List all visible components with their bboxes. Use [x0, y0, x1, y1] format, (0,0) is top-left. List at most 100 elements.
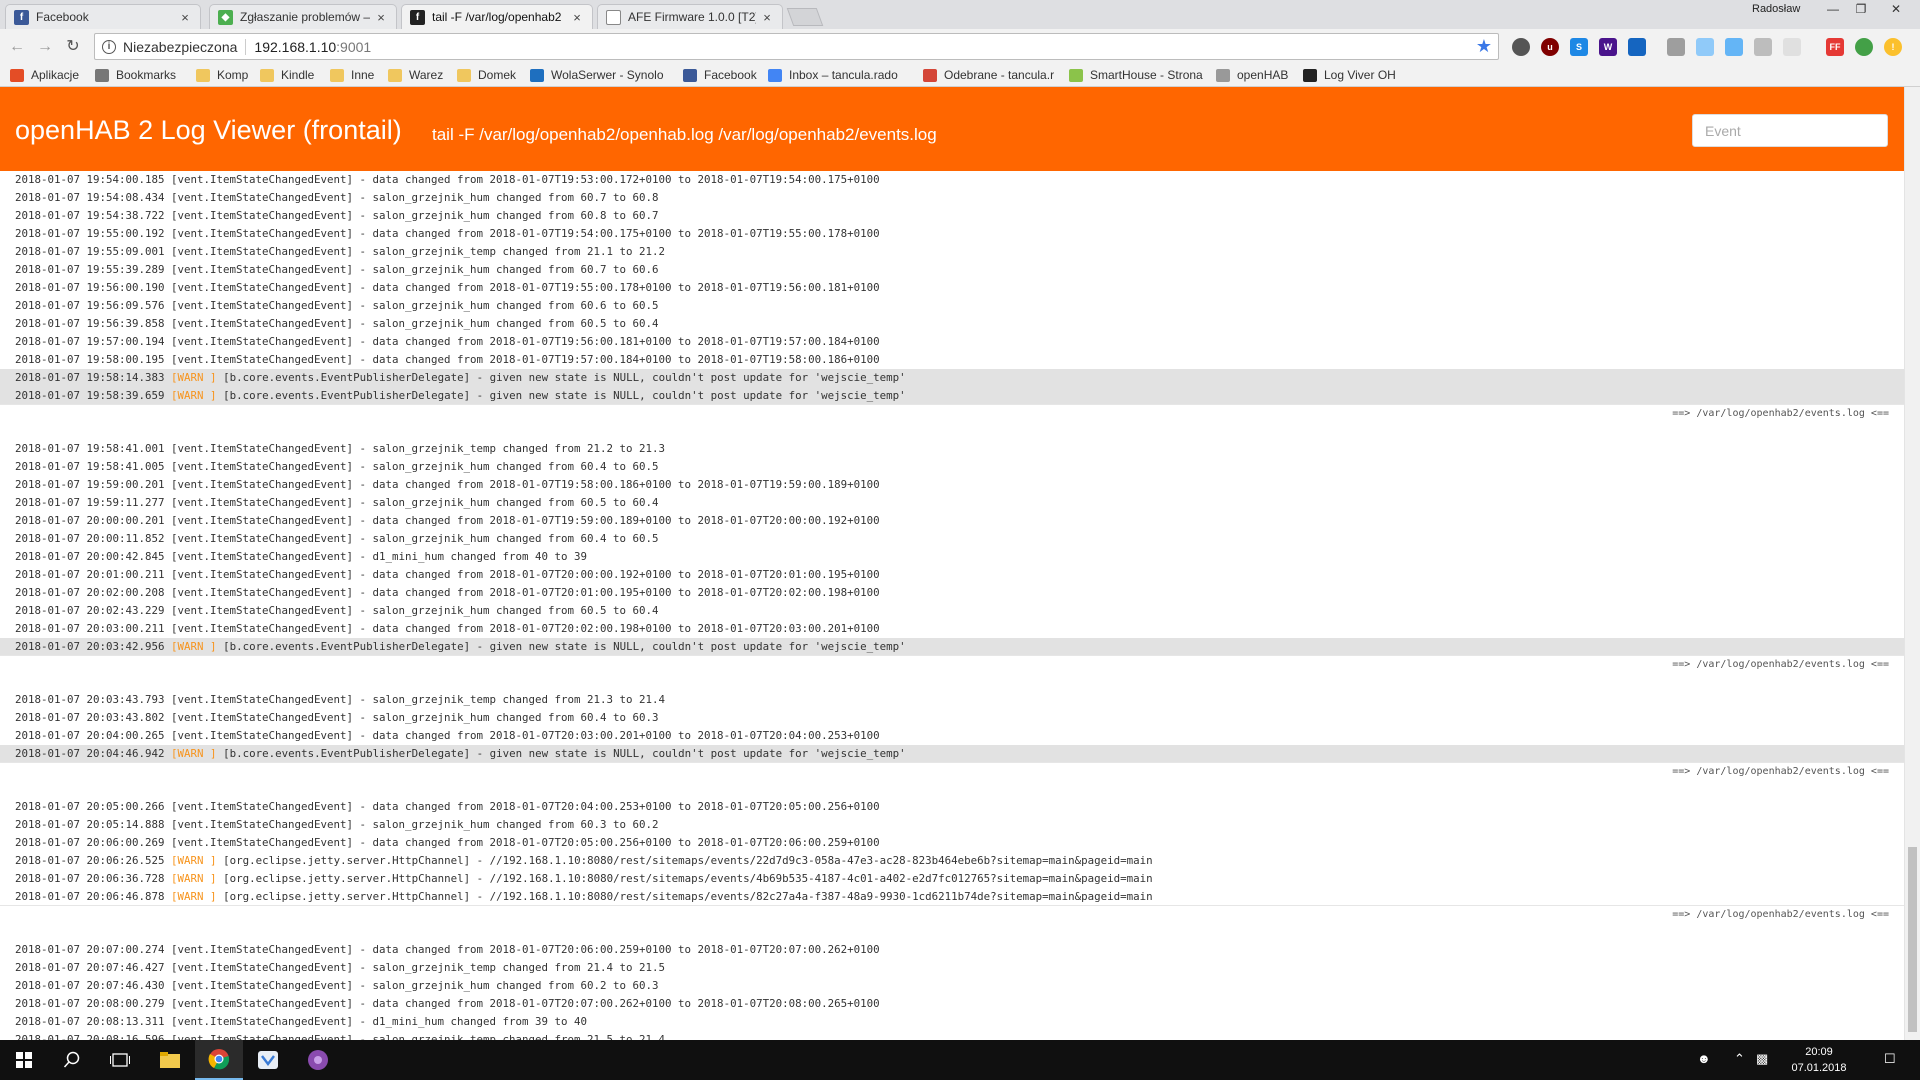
browser-tab[interactable]: f Facebook × [5, 4, 201, 29]
bookmark-item[interactable]: Inbox – tancula.rado [768, 68, 898, 82]
close-tab-icon[interactable]: × [178, 10, 192, 25]
log-source: [vent.ItemStateChangedEvent] [171, 800, 354, 813]
event-filter-input[interactable] [1692, 114, 1888, 147]
close-tab-icon[interactable]: × [374, 10, 388, 25]
forward-icon[interactable]: → [36, 38, 54, 56]
taskbar: ☻ ⌃ ▩ 20:09 07.01.2018 ☐ [0, 1040, 1920, 1080]
log-source: [b.core.events.EventPublisherDelegate] [223, 747, 471, 760]
log-line: 2018-01-07 20:03:43.793 [vent.ItemStateC… [0, 691, 1904, 709]
bookmark-label: Log Viver OH [1324, 68, 1396, 82]
bookmark-item[interactable]: Warez [388, 68, 443, 82]
bookmark-label: openHAB [1237, 68, 1289, 82]
task-view-icon[interactable] [96, 1040, 144, 1080]
bookmark-label: Domek [478, 68, 517, 82]
search-icon[interactable] [48, 1040, 96, 1080]
people-icon[interactable]: ☻ [1697, 1051, 1711, 1066]
tray-chevron-icon[interactable]: ⌃ [1734, 1051, 1745, 1067]
bookmark-item[interactable]: Bookmarks [95, 68, 176, 82]
bookmark-item[interactable]: WolaSerwer - Synolo [530, 68, 664, 82]
bookmark-item[interactable]: Aplikacje [10, 68, 79, 82]
mqtt-app-icon[interactable] [294, 1040, 342, 1080]
ublock-icon[interactable]: u [1541, 38, 1559, 56]
extension-globe-icon[interactable] [1855, 38, 1873, 56]
log-line: 2018-01-07 19:55:00.192 [vent.ItemStateC… [0, 225, 1904, 243]
network-icon[interactable]: ▩ [1756, 1051, 1768, 1067]
extension-s-icon[interactable]: S [1570, 38, 1588, 56]
extension-timer-icon[interactable] [1512, 38, 1530, 56]
vertical-scrollbar[interactable] [1904, 87, 1920, 1040]
bookmark-item[interactable]: Kindle [260, 68, 314, 82]
bookmark-item[interactable]: Facebook [683, 68, 757, 82]
close-tab-icon[interactable]: × [570, 10, 584, 25]
bookmark-item[interactable]: Domek [457, 68, 516, 82]
windows-start-icon[interactable] [0, 1040, 48, 1080]
bookmark-label: Warez [409, 68, 444, 82]
bookmark-item[interactable]: openHAB [1216, 68, 1288, 82]
log-message: - data changed from 2018-01-07T20:04:00.… [353, 800, 880, 813]
profile-name[interactable]: Radosław [1752, 3, 1800, 15]
extension-alert-icon[interactable]: ! [1884, 38, 1902, 56]
close-window-icon[interactable]: ✕ [1876, 0, 1916, 18]
log-message: - salon_grzejnik_hum changed from 60.7 t… [353, 191, 659, 204]
scrollbar-thumb[interactable] [1908, 847, 1917, 1032]
folder-icon [330, 68, 344, 82]
extension-pic-icon[interactable] [1628, 38, 1646, 56]
bookmark-label: Inbox – tancula.rado [789, 68, 898, 82]
log-timestamp: 2018-01-07 20:08:16.596 [15, 1033, 165, 1040]
log-message: - salon_grzejnik_temp changed from 21.1 … [353, 245, 666, 258]
log-timestamp: 2018-01-07 20:08:13.311 [15, 1015, 165, 1028]
log-line: 2018-01-07 20:02:00.208 [vent.ItemStateC… [0, 584, 1904, 602]
notifications-icon[interactable]: ☐ [1884, 1051, 1896, 1067]
maximize-icon[interactable]: ❐ [1848, 0, 1874, 18]
system-clock[interactable]: 20:09 07.01.2018 [1780, 1044, 1858, 1076]
log-timestamp: 2018-01-07 20:05:00.266 [15, 800, 165, 813]
extension-folder-icon[interactable] [1696, 38, 1714, 56]
address-bar[interactable]: i Niezabezpieczona 192.168.1.10 :9001 ★ [94, 33, 1499, 60]
extension-w-icon[interactable]: W [1599, 38, 1617, 56]
log-source: [vent.ItemStateChangedEvent] [171, 173, 354, 186]
extension-grid-icon[interactable] [1667, 38, 1685, 56]
extension-ff-icon[interactable]: FF [1826, 38, 1844, 56]
log-timestamp: 2018-01-07 20:08:00.279 [15, 997, 165, 1010]
back-icon[interactable]: ← [8, 38, 26, 56]
browser-tab[interactable]: AFE Firmware 1.0.0 [T2] × [597, 4, 783, 29]
log-message: - salon_grzejnik_hum changed from 60.3 t… [353, 818, 659, 831]
log-source: [vent.ItemStateChangedEvent] [171, 263, 354, 276]
bookmark-item[interactable]: Log Viver OH [1303, 68, 1396, 82]
log-timestamp: 2018-01-07 20:04:00.265 [15, 729, 165, 742]
close-tab-icon[interactable]: × [760, 10, 774, 25]
bookmark-item[interactable]: Inne [330, 68, 374, 82]
minimize-icon[interactable]: — [1820, 0, 1846, 18]
log-source: [vent.ItemStateChangedEvent] [171, 586, 354, 599]
vscode-icon[interactable] [244, 1040, 292, 1080]
bookmark-item[interactable]: Komp [196, 68, 248, 82]
app-icon: ◆ [218, 9, 233, 25]
log-timestamp: 2018-01-07 20:06:36.728 [15, 872, 165, 885]
browser-tab[interactable]: ◆ Zgłaszanie problemów – × [209, 4, 397, 29]
clock-date: 07.01.2018 [1791, 1062, 1847, 1074]
reload-icon[interactable]: ↻ [64, 38, 82, 56]
tail-command: tail -F /var/log/openhab2/openhab.log /v… [432, 125, 937, 144]
log-timestamp: 2018-01-07 20:06:46.878 [15, 890, 165, 903]
bookmarks-bar: Aplikacje Bookmarks Komp Kindle Inne Warez Dom… [0, 65, 1920, 87]
info-icon[interactable]: i [102, 39, 116, 54]
bookmark-item[interactable]: SmartHouse - Strona [1069, 68, 1203, 82]
log-level: [WARN ] [171, 640, 217, 653]
browser-titlebar: f Facebook × ◆ Zgłaszanie problemów – × f tail … [0, 0, 1920, 29]
log-source: [vent.ItemStateChangedEvent] [171, 568, 354, 581]
new-tab-button[interactable] [786, 8, 824, 26]
bookmark-item[interactable]: Odebrane - tancula.r [923, 68, 1054, 82]
extension-cast-icon[interactable] [1783, 38, 1801, 56]
log-line: 2018-01-07 20:03:00.211 [vent.ItemStateC… [0, 620, 1904, 638]
log-line: 2018-01-07 19:54:08.434 [vent.ItemStateC… [0, 189, 1904, 207]
bookmark-label: WolaSerwer - Synolo [551, 68, 664, 82]
bookmark-star-icon[interactable]: ★ [1476, 36, 1492, 57]
chrome-icon[interactable] [195, 1040, 243, 1080]
extension-arrow-icon[interactable] [1754, 38, 1772, 56]
browser-tab[interactable]: f tail -F /var/log/openhab2 × [401, 4, 593, 29]
extension-drop-icon[interactable] [1725, 38, 1743, 56]
log-line: 2018-01-07 20:00:42.845 [vent.ItemStateC… [0, 548, 1904, 566]
log-message: - data changed from 2018-01-07T20:05:00.… [353, 836, 880, 849]
log-line: 2018-01-07 19:58:41.001 [vent.ItemStateC… [0, 440, 1904, 458]
file-explorer-icon[interactable] [146, 1040, 194, 1080]
